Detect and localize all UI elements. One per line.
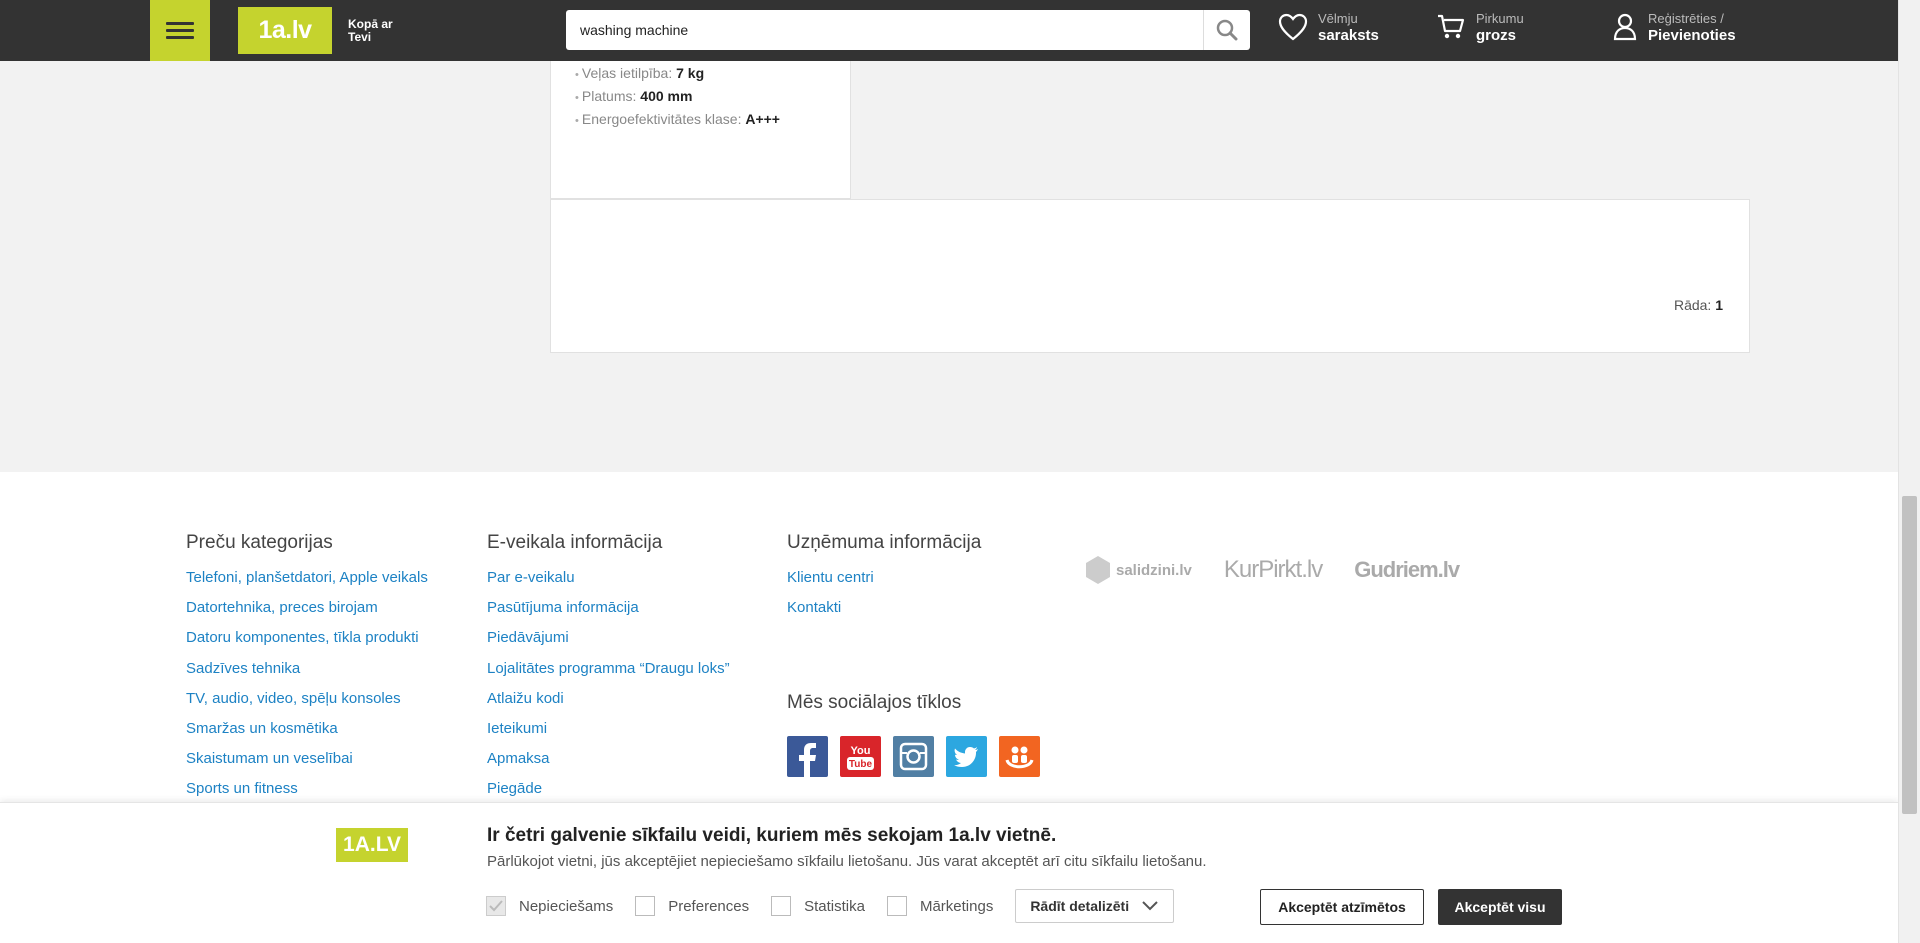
spec-capacity: Veļas ietilpība: 7 kg [575, 65, 704, 81]
svg-text:Tube: Tube [849, 759, 873, 770]
tagline: Kopā ar Tevi [348, 18, 393, 44]
partner-kurpirkt[interactable]: KurPirkt.lv [1224, 556, 1323, 584]
wishlist-link[interactable]: Vēlmju saraksts [1278, 10, 1379, 44]
menu-button[interactable] [150, 0, 210, 61]
checkbox-statistics[interactable]: Statistika [771, 896, 865, 916]
checkbox-label: Mārketings [919, 897, 994, 915]
account-link[interactable]: Reģistrēties / Pievienoties [1612, 10, 1736, 44]
results-count-label: Rāda: [1673, 297, 1712, 313]
spec-value: A+++ [745, 111, 780, 127]
footer-link[interactable]: Pasūtījuma informācija [487, 598, 730, 628]
cart-label-small: Pirkumu [1476, 11, 1524, 26]
search-input[interactable] [566, 10, 1203, 50]
footer-col-title: E-veikala informācija [487, 532, 663, 553]
checkbox-label: Nepieciešams [519, 897, 614, 915]
checkbox-preferences[interactable]: Preferences [635, 896, 749, 916]
search-bar [566, 10, 1250, 50]
checkmark-icon [489, 900, 503, 912]
partner-gudriem[interactable]: Gudriem.lv [1354, 557, 1460, 583]
spec-label: Platums: [581, 88, 637, 104]
site-header: 1a.lv Kopā ar Tevi Vēlmjusaraksts Pirkum… [0, 0, 1898, 61]
scrollbar-thumb[interactable] [1902, 496, 1917, 814]
footer-link[interactable]: Datoru komponentes, tīkla produkti [186, 628, 428, 658]
footer-link[interactable]: TV, audio, video, spēļu konsoles [186, 689, 428, 719]
account-label-small: Reģistrēties / [1648, 11, 1724, 26]
footer-col-categories: Preču kategorijas Telefoni, planšetdator… [186, 532, 428, 810]
checkbox-box [771, 896, 792, 916]
checkbox-box [635, 896, 656, 916]
spec-value: 7 kg [676, 65, 705, 81]
cart-link[interactable]: Pirkumu grozs [1436, 10, 1524, 44]
spec-energy-class: Energoefektivitātes klase: A+++ [575, 111, 780, 127]
results-count-value: 1 [1715, 297, 1723, 313]
wishlist-label-big: saraksts [1318, 27, 1379, 44]
accept-selected-button[interactable]: Akceptēt atzīmētos [1260, 889, 1424, 925]
show-details-button[interactable]: Rādīt detalizēti [1015, 889, 1175, 923]
partner-salidzini[interactable]: salidzini.lv [1084, 554, 1192, 586]
footer-link[interactable]: Sadzīves tehnika [186, 659, 428, 689]
footer-link[interactable]: Skaistumam un veselībai [186, 749, 428, 779]
footer-link[interactable]: Atlaižu kodi [487, 689, 730, 719]
cookie-title: Ir četri galvenie sīkfailu veidi, kuriem… [487, 825, 1057, 846]
user-icon [1613, 13, 1637, 41]
footer-link[interactable]: Smaržas un kosmētika [186, 719, 428, 749]
site-logo[interactable]: 1a.lv [238, 7, 332, 54]
tagline-line2: Tevi [348, 30, 372, 44]
draugiem-icon[interactable] [999, 736, 1040, 777]
instagram-icon[interactable] [893, 736, 934, 777]
partner-label: salidzini.lv [1116, 561, 1192, 579]
twitter-icon[interactable] [946, 736, 987, 777]
spec-label: Veļas ietilpība: [581, 65, 673, 81]
partner-logos: salidzini.lv KurPirkt.lv Gudriem.lv [1084, 554, 1460, 586]
youtube-icon[interactable]: You Tube [840, 736, 881, 777]
footer-link[interactable]: Apmaksa [487, 749, 730, 779]
spec-label: Energoefektivitātes klase: [581, 111, 742, 127]
accept-all-button[interactable]: Akceptēt visu [1438, 889, 1562, 925]
hamburger-icon [166, 18, 194, 43]
facebook-icon[interactable] [787, 736, 828, 777]
chevron-down-icon [1142, 901, 1158, 911]
pagination-box: Rāda: 1 [550, 199, 1750, 353]
footer-link[interactable]: Lojalitātes programma “Draugu loks” [487, 659, 730, 689]
cookie-logo: 1A.LV [336, 828, 408, 862]
page-scrollbar[interactable] [1898, 0, 1920, 943]
cookie-options: Nepieciešams Preferences Statistika Mārk… [486, 889, 1175, 923]
checkbox-label: Preferences [668, 897, 750, 915]
salidzini-logo-icon [1086, 556, 1110, 584]
search-button[interactable] [1203, 10, 1250, 50]
social-title: Mēs sociālajos tīklos [787, 692, 962, 713]
checkbox-label: Statistika [804, 897, 865, 915]
results-count: Rāda: 1 [1674, 297, 1723, 313]
footer-link[interactable]: Klientu centri [787, 568, 981, 598]
show-details-label: Rādīt detalizēti [1030, 898, 1130, 914]
footer-link[interactable]: Kontakti [787, 598, 981, 628]
checkbox-marketing[interactable]: Mārketings [886, 896, 994, 916]
checkbox-box [486, 896, 506, 916]
footer-col-company-info: Uzņēmuma informācija Klientu centri Kont… [787, 532, 981, 628]
cart-label-big: grozs [1476, 27, 1517, 44]
cookie-banner: 1A.LV Ir četri galvenie sīkfailu veidi, … [0, 802, 1898, 943]
footer-link[interactable]: Par e-veikalu [487, 568, 730, 598]
spec-value: 400 mm [640, 88, 693, 104]
wishlist-label-small: Vēlmju [1318, 11, 1358, 26]
footer-col-shop-info: E-veikala informācija Par e-veikalu Pasū… [487, 532, 730, 810]
account-label-big: Pievienoties [1648, 27, 1736, 44]
footer-link[interactable]: Piedāvājumi [487, 628, 730, 658]
footer-col-title: Uzņēmuma informācija [787, 532, 982, 553]
footer-col-title: Preču kategorijas [186, 532, 333, 553]
heart-icon [1278, 13, 1308, 41]
checkbox-necessary[interactable]: Nepieciešams [486, 896, 613, 916]
footer-link[interactable]: Telefoni, planšetdatori, Apple veikals [186, 568, 428, 598]
product-card[interactable]: Veļas ietilpība: 7 kg Platums: 400 mm En… [550, 61, 851, 199]
checkbox-box [886, 896, 907, 916]
social-links: You Tube [787, 736, 1040, 777]
search-icon [1216, 19, 1238, 41]
spec-width: Platums: 400 mm [575, 88, 693, 104]
footer-link[interactable]: Ieteikumi [487, 719, 730, 749]
cart-icon [1438, 14, 1465, 39]
footer-link[interactable]: Datortehnika, preces birojam [186, 598, 428, 628]
cookie-text: Pārlūkojot vietni, jūs akceptējiet nepie… [487, 853, 1207, 870]
svg-text:You: You [851, 745, 871, 757]
